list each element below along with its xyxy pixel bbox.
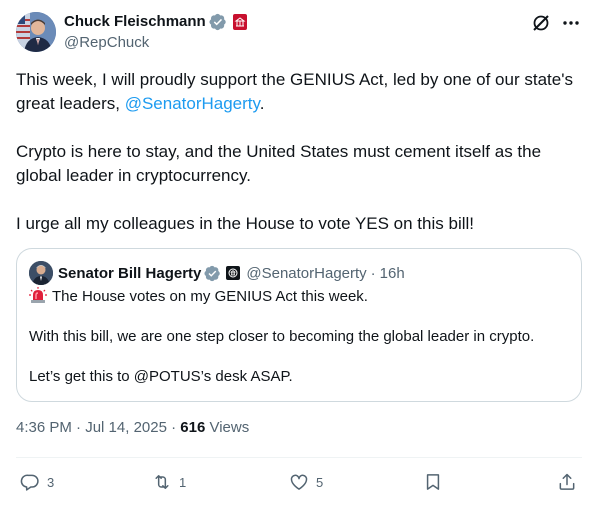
tweet-text-segment: This week, I will proudly support the GE… (16, 70, 573, 113)
tweet-header: Chuck Fleischmann @RepChuck (16, 12, 582, 54)
heart-icon (290, 474, 308, 490)
repost-count: 1 (179, 474, 187, 490)
quoted-author-handle[interactable]: @SenatorHagerty (246, 265, 366, 282)
divider (16, 457, 582, 458)
post-date[interactable]: Jul 14, 2025 (85, 419, 167, 436)
senate-seal-icon[interactable] (226, 266, 241, 280)
meta-separator: · (71, 419, 86, 436)
quoted-timestamp[interactable]: 16h (380, 265, 405, 282)
quoted-tweet-text: The House votes on my GENIUS Act this we… (29, 287, 569, 387)
quoted-author-display-name[interactable]: Senator Bill Hagerty (58, 265, 201, 282)
bookmark-icon (426, 474, 440, 490)
mention-link[interactable]: @SenatorHagerty (125, 94, 260, 113)
bookmark-button[interactable] (423, 470, 443, 494)
verified-badge-icon[interactable] (204, 265, 221, 282)
repost-icon (155, 475, 169, 489)
quoted-paragraph-3: Let’s get this to @POTUS’s desk ASAP. (29, 368, 293, 385)
views-label: Views (205, 419, 250, 436)
author-handle[interactable]: @RepChuck (64, 33, 247, 53)
author-display-name[interactable]: Chuck Fleischmann (64, 12, 206, 32)
quoted-tweet[interactable]: Senator Bill Hagerty @SenatorHagerty · 1… (16, 248, 582, 402)
tweet-paragraph-3: I urge all my colleagues in the House to… (16, 214, 474, 233)
separator-dot: · (370, 264, 376, 282)
tweet-meta: 4:36 PM · Jul 14, 2025 · 616 Views (16, 418, 249, 438)
author-avatar[interactable] (16, 12, 56, 52)
repost-button[interactable]: 1 (152, 470, 186, 494)
tweet-paragraph-1: This week, I will proudly support the GE… (16, 68, 582, 116)
quoted-paragraph-1: The House votes on my GENIUS Act this we… (29, 287, 569, 307)
reply-count: 3 (47, 474, 55, 490)
post-time[interactable]: 4:36 PM (16, 419, 72, 436)
views-count: 616 (180, 419, 206, 436)
more-dots-icon[interactable] (560, 12, 582, 34)
quoted-paragraph-2: With this bill, we are one step closer t… (29, 328, 535, 345)
quoted-text-segment: The House votes on my GENIUS Act this we… (52, 288, 368, 305)
verified-badge-icon[interactable] (209, 13, 227, 31)
house-seal-icon[interactable] (232, 14, 247, 30)
reply-icon (20, 474, 39, 491)
tweet-paragraph-2: Crypto is here to stay, and the United S… (16, 142, 542, 185)
share-button[interactable] (557, 470, 577, 494)
grok-icon[interactable] (530, 12, 552, 34)
rotating-light-icon (29, 287, 47, 303)
quoted-author-avatar[interactable] (29, 261, 53, 285)
reply-button[interactable]: 3 (20, 470, 54, 494)
tweet-text: This week, I will proudly support the GE… (16, 68, 582, 236)
action-bar: 3 1 5 (16, 470, 582, 494)
like-button[interactable]: 5 (289, 470, 323, 494)
share-icon (559, 473, 575, 490)
quoted-tweet-header: Senator Bill Hagerty @SenatorHagerty · 1… (29, 261, 405, 285)
tweet-text-segment: . (259, 94, 265, 113)
like-count: 5 (316, 474, 324, 490)
meta-separator: · (166, 419, 181, 436)
